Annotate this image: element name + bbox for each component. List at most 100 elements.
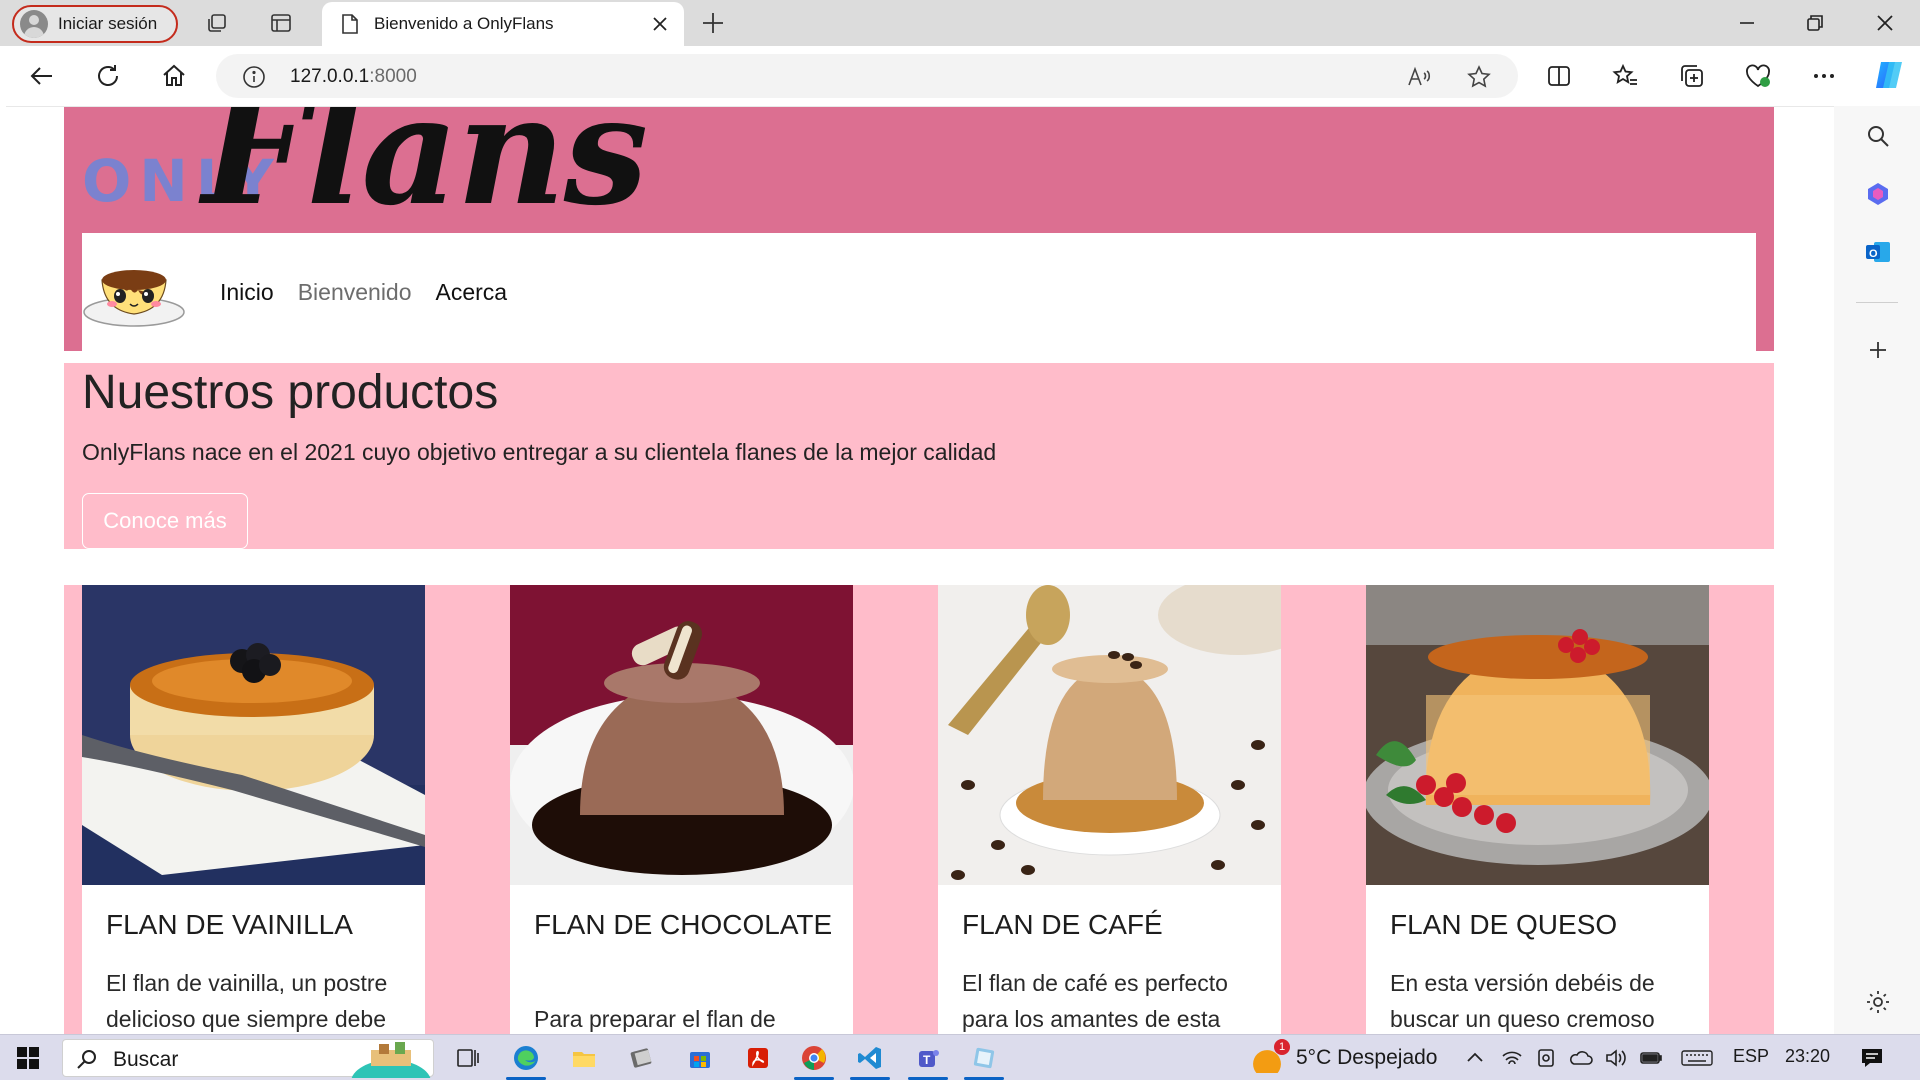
- learn-more-button[interactable]: Conoce más: [82, 493, 248, 549]
- volume-icon[interactable]: [1604, 1044, 1628, 1072]
- store-app-icon[interactable]: [686, 1044, 714, 1072]
- nav-link-acerca[interactable]: Acerca: [436, 279, 508, 306]
- url-text[interactable]: 127.0.0.1:8000: [290, 66, 417, 88]
- hero-section: Nuestros productos OnlyFlans nace en el …: [64, 363, 1774, 549]
- taskbar-search-label: Buscar: [113, 1048, 179, 1071]
- windows-taskbar: Buscar T 1 5°C Despejado ESP 23:20: [0, 1034, 1920, 1080]
- product-title: FLAN DE VAINILLA: [106, 909, 353, 940]
- address-bar[interactable]: 127.0.0.1:8000: [216, 54, 1518, 98]
- refresh-icon[interactable]: [94, 62, 122, 90]
- battery-icon[interactable]: [1638, 1044, 1664, 1072]
- clock-time[interactable]: 23:20: [1785, 1046, 1830, 1067]
- chrome-app-icon[interactable]: [800, 1044, 828, 1072]
- site-header: ONLY Flans Inicio Bienvenido Acerca: [64, 107, 1774, 351]
- products-section: FLAN DE VAINILLA El flan de vainilla, un…: [64, 585, 1774, 1034]
- workspaces-icon[interactable]: [206, 12, 228, 34]
- restore-icon[interactable]: [1802, 10, 1828, 36]
- favorite-star-icon[interactable]: [1466, 64, 1492, 90]
- product-image-vainilla: [82, 585, 425, 885]
- copilot-sidebar-icon[interactable]: [1864, 180, 1892, 208]
- acrobat-app-icon[interactable]: [744, 1044, 772, 1072]
- sidebar-settings-gear-icon[interactable]: [1864, 988, 1892, 1016]
- page-viewport: ONLY Flans Inicio Bienvenido Acerca Nues…: [6, 106, 1834, 1034]
- favorites-icon[interactable]: [1612, 62, 1640, 90]
- profile-avatar-icon: [20, 10, 48, 38]
- browser-tab-strip: Iniciar sesión Bienvenido a OnlyFlans: [0, 0, 1920, 46]
- product-image-chocolate: [510, 585, 853, 885]
- collections-icon[interactable]: [1678, 62, 1706, 90]
- product-title: FLAN DE CAFÉ: [962, 909, 1163, 940]
- nav-links: Inicio Bienvenido Acerca: [220, 279, 507, 306]
- terminal-app-icon[interactable]: [628, 1044, 656, 1072]
- profile-button[interactable]: Iniciar sesión: [12, 5, 178, 43]
- nav-link-bienvenido[interactable]: Bienvenido: [298, 279, 412, 306]
- search-icon: [77, 1050, 96, 1069]
- tab-title: Bienvenido a OnlyFlans: [374, 14, 554, 33]
- windows-start-icon[interactable]: [14, 1044, 42, 1072]
- keyboard-icon[interactable]: [1680, 1044, 1714, 1072]
- input-language[interactable]: ESP: [1733, 1046, 1769, 1067]
- main-navbar: Inicio Bienvenido Acerca: [82, 233, 1756, 351]
- taskbar-search-box[interactable]: Buscar: [62, 1039, 434, 1078]
- onedrive-cloud-icon[interactable]: [1568, 1044, 1594, 1072]
- sidebar-divider: [1856, 302, 1898, 303]
- svg-text:O: O: [1869, 248, 1878, 260]
- notes-app-icon[interactable]: [970, 1044, 998, 1072]
- svg-text:T: T: [923, 1053, 931, 1067]
- product-image-queso: [1366, 585, 1709, 885]
- product-description: El flan de vainilla, un postre delicioso…: [106, 970, 388, 1032]
- read-aloud-icon[interactable]: [1406, 64, 1432, 90]
- network-icon[interactable]: [1500, 1044, 1524, 1072]
- search-highlight-icon: [351, 1042, 431, 1078]
- onlyflans-logo[interactable]: ONLY Flans: [82, 107, 682, 239]
- minimize-icon[interactable]: [1734, 10, 1760, 36]
- site-info-icon[interactable]: [242, 65, 266, 89]
- product-card-vainilla[interactable]: FLAN DE VAINILLA El flan de vainilla, un…: [82, 585, 425, 1034]
- show-hidden-icons-chevron-icon[interactable]: [1464, 1044, 1486, 1072]
- vscode-app-icon[interactable]: [856, 1044, 884, 1072]
- product-card-queso[interactable]: FLAN DE QUESO En esta versión debéis de …: [1366, 585, 1709, 1034]
- browser-toolbar: 127.0.0.1:8000: [0, 46, 1920, 106]
- product-card-chocolate[interactable]: FLAN DE CHOCOLATE Para preparar el flan …: [510, 585, 853, 1034]
- copilot-icon[interactable]: [1872, 58, 1906, 92]
- product-description: El flan de café es perfecto para los ama…: [962, 970, 1228, 1032]
- edge-sidebar: O: [1834, 106, 1920, 1034]
- weather-text: 5°C Despejado: [1296, 1046, 1438, 1069]
- more-menu-icon[interactable]: [1810, 62, 1838, 90]
- new-tab-icon[interactable]: [700, 10, 726, 36]
- weather-widget[interactable]: 1 5°C Despejado: [1250, 1039, 1438, 1078]
- notifications-icon[interactable]: [1858, 1044, 1886, 1072]
- browser-essentials-icon[interactable]: [1744, 62, 1772, 90]
- search-icon[interactable]: [1864, 122, 1892, 150]
- product-title: FLAN DE CHOCOLATE: [534, 909, 833, 940]
- page-icon: [342, 14, 358, 34]
- product-card-cafe[interactable]: FLAN DE CAFÉ El flan de café es perfecto…: [938, 585, 1281, 1034]
- product-title: FLAN DE QUESO: [1390, 909, 1618, 940]
- close-window-icon[interactable]: [1872, 10, 1898, 36]
- teams-app-icon[interactable]: T: [914, 1044, 942, 1072]
- vertical-tabs-icon[interactable]: [270, 12, 292, 34]
- nav-link-inicio[interactable]: Inicio: [220, 279, 274, 306]
- task-view-icon[interactable]: [454, 1044, 482, 1072]
- outlook-icon[interactable]: O: [1864, 238, 1892, 266]
- url-host: 127.0.0.1: [290, 66, 370, 87]
- logo-flans-text: Flans: [202, 106, 648, 239]
- product-image-cafe: [938, 585, 1281, 885]
- product-description: En esta versión debéis de buscar un ques…: [1390, 970, 1655, 1032]
- close-tab-icon[interactable]: [650, 14, 670, 34]
- hero-title: Nuestros productos: [82, 366, 499, 419]
- add-sidebar-app-icon[interactable]: [1864, 336, 1892, 364]
- flan-mascot-icon[interactable]: [82, 252, 186, 332]
- split-screen-icon[interactable]: [1545, 62, 1573, 90]
- profile-label: Iniciar sesión: [58, 14, 158, 33]
- weather-sun-icon: 1: [1250, 1039, 1290, 1078]
- tab-active[interactable]: Bienvenido a OnlyFlans: [322, 2, 684, 46]
- edge-app-icon[interactable]: [512, 1044, 540, 1072]
- hero-text: OnlyFlans nace en el 2021 cuyo objetivo …: [82, 439, 997, 465]
- device-icon[interactable]: [1534, 1044, 1558, 1072]
- home-icon[interactable]: [160, 62, 188, 90]
- back-icon[interactable]: [28, 62, 56, 90]
- product-description: Para preparar el flan de: [534, 1006, 776, 1032]
- file-explorer-icon[interactable]: [570, 1044, 598, 1072]
- weather-badge: 1: [1274, 1039, 1290, 1055]
